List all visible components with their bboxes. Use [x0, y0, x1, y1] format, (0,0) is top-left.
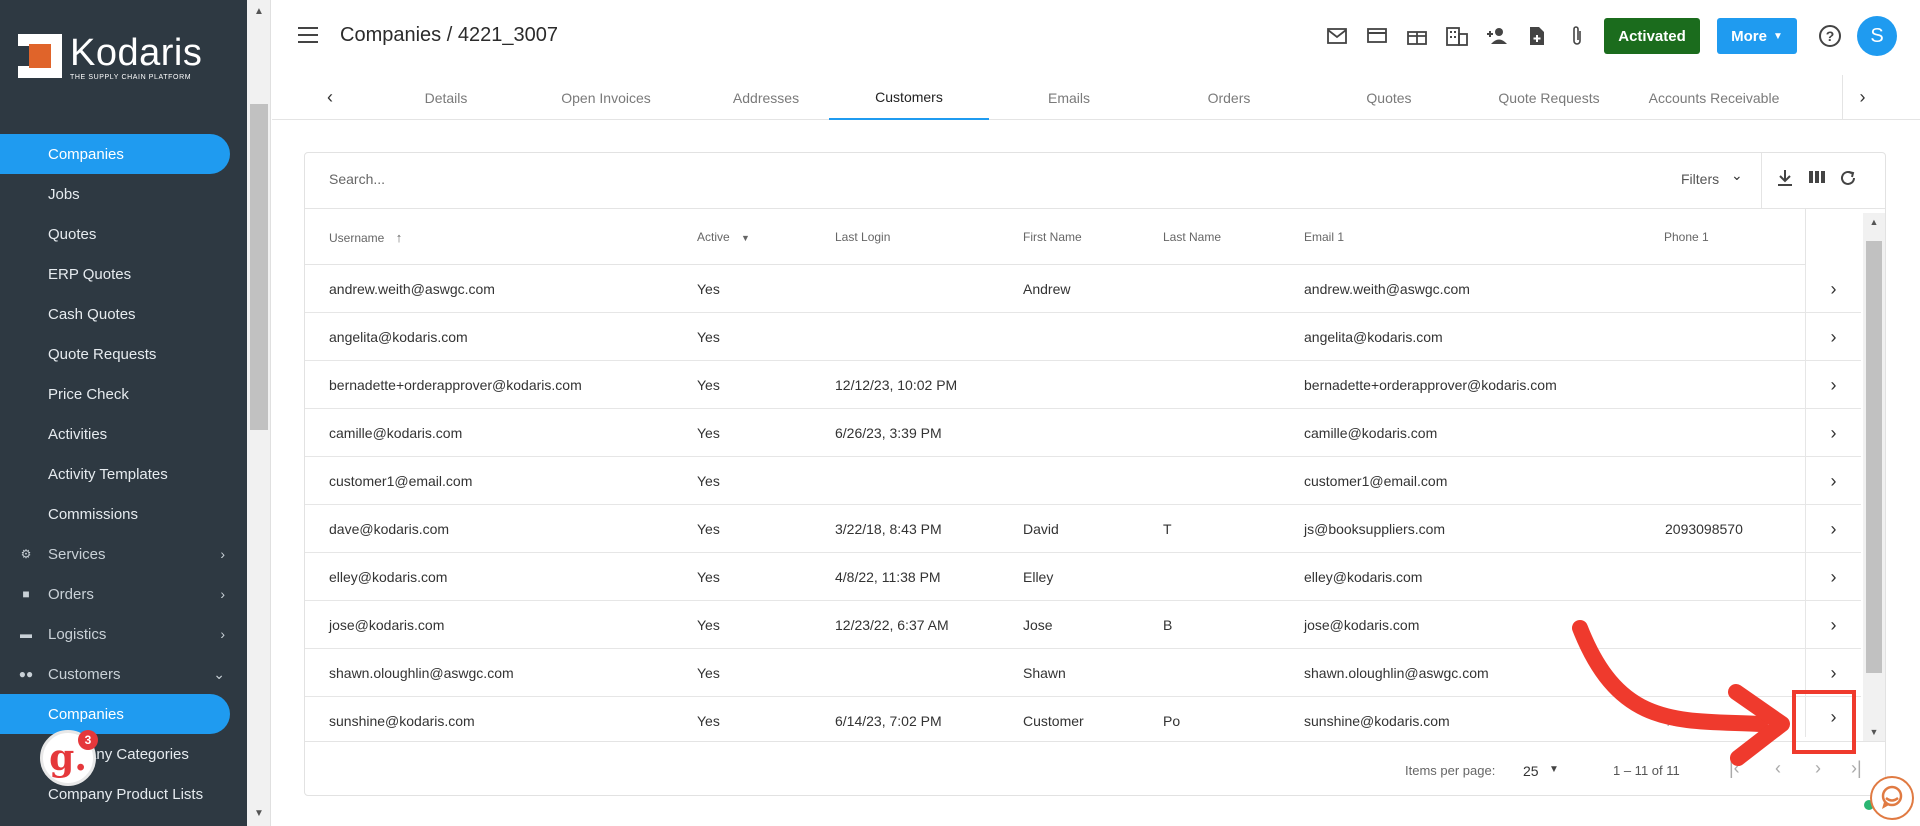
annotation-highlight-box [1792, 690, 1856, 754]
chat-support-icon[interactable] [1870, 776, 1914, 820]
annotation-arrow-icon [1572, 620, 1790, 766]
